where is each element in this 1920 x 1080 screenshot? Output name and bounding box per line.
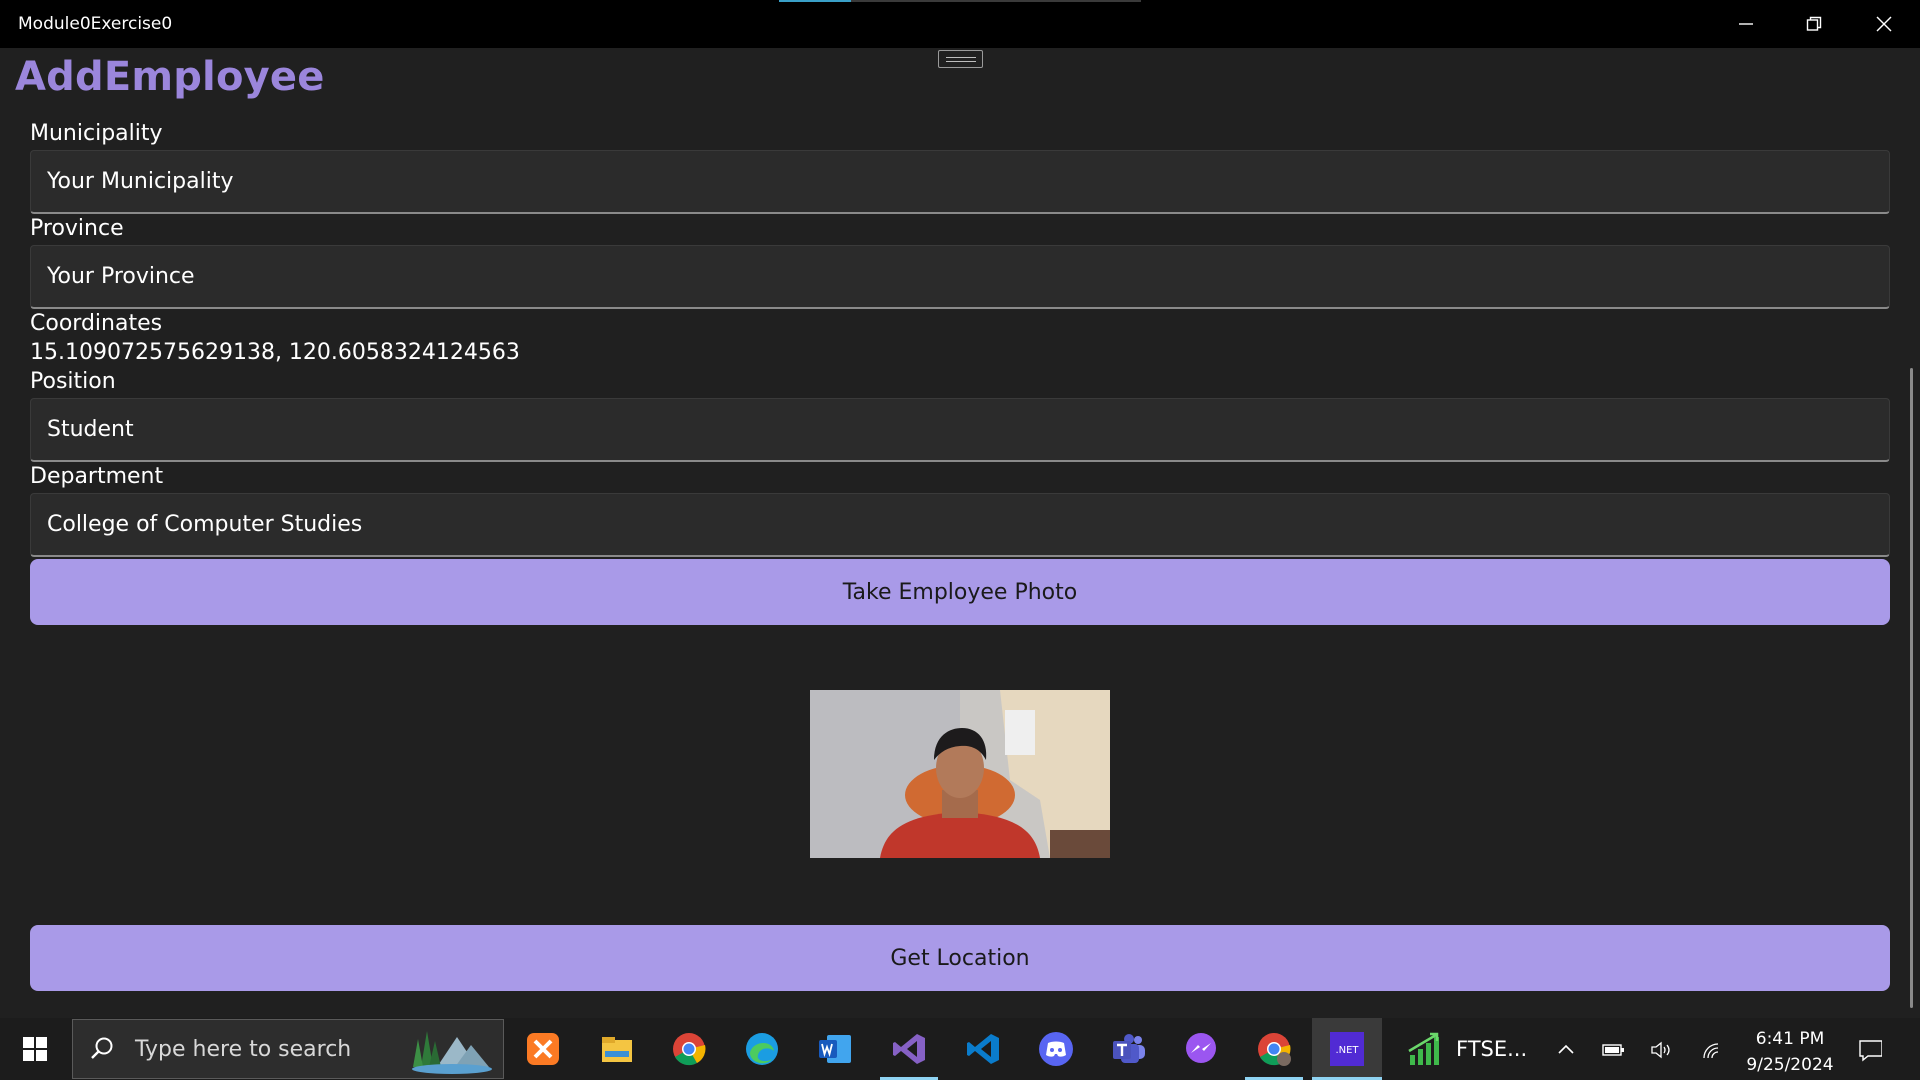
dotnet-icon[interactable]: .NET (1327, 1029, 1367, 1069)
teams-icon[interactable] (1109, 1029, 1149, 1069)
ftse-label[interactable]: FTSE... (1456, 1037, 1527, 1061)
visual-studio-icon[interactable] (889, 1029, 929, 1069)
minimize-button[interactable] (1712, 0, 1780, 48)
clock[interactable]: 6:41 PM 9/25/2024 (1740, 1026, 1840, 1078)
title-bar: Module0Exercise0 (0, 0, 1920, 48)
battery-icon[interactable] (1602, 1038, 1626, 1062)
restore-icon (1806, 16, 1822, 31)
search-icon (91, 1037, 113, 1059)
municipality-label: Municipality (30, 121, 163, 146)
department-input[interactable]: College of Computer Studies (30, 493, 1890, 557)
take-photo-button[interactable]: Take Employee Photo (30, 559, 1890, 625)
window-title: Module0Exercise0 (18, 14, 173, 34)
vscode-icon[interactable] (963, 1029, 1003, 1069)
volume-icon[interactable] (1650, 1038, 1674, 1062)
title-bar-accent (779, 0, 851, 2)
svg-text:.NET: .NET (1335, 1045, 1359, 1056)
chrome-profile-icon[interactable] (1254, 1029, 1294, 1069)
close-button[interactable] (1850, 0, 1918, 48)
main-content: AddEmployee Municipality Your Municipali… (0, 48, 1920, 1018)
province-input[interactable]: Your Province (30, 245, 1890, 309)
employee-photo (810, 690, 1110, 858)
title-bar-divider (851, 0, 1141, 2)
scrollbar[interactable] (1910, 368, 1913, 1008)
taskbar: Type here to search .NET FTSE... 6:41 PM… (0, 1018, 1920, 1080)
position-input[interactable]: Student (30, 398, 1890, 462)
search-box[interactable]: Type here to search (72, 1019, 504, 1079)
word-icon[interactable] (815, 1029, 855, 1069)
chrome-icon[interactable] (669, 1029, 709, 1069)
stock-chart-icon[interactable] (1406, 1029, 1446, 1069)
get-location-button[interactable]: Get Location (30, 925, 1890, 991)
drag-handle[interactable] (938, 50, 983, 68)
coordinates-value: 15.109072575629138, 120.6058324124563 (30, 340, 520, 365)
chevron-up-icon[interactable] (1554, 1038, 1578, 1062)
xampp-icon[interactable] (523, 1029, 563, 1069)
notification-icon[interactable] (1858, 1038, 1882, 1062)
coordinates-label: Coordinates (30, 311, 163, 336)
search-highlight-icon (412, 1031, 492, 1074)
clock-time: 6:41 PM (1755, 1029, 1825, 1049)
clock-date: 9/25/2024 (1746, 1055, 1834, 1075)
discord-icon[interactable] (1036, 1029, 1076, 1069)
windows-icon (23, 1037, 47, 1061)
page-title: AddEmployee (15, 54, 325, 100)
close-icon (1876, 16, 1892, 32)
edge-icon[interactable] (742, 1029, 782, 1069)
file-explorer-icon[interactable] (597, 1029, 637, 1069)
position-label: Position (30, 369, 116, 394)
minimize-icon (1739, 23, 1753, 25)
start-button[interactable] (0, 1018, 70, 1080)
messenger-icon[interactable] (1181, 1029, 1221, 1069)
restore-button[interactable] (1780, 0, 1848, 48)
municipality-input[interactable]: Your Municipality (30, 150, 1890, 214)
department-label: Department (30, 464, 164, 489)
search-placeholder: Type here to search (135, 1036, 352, 1062)
wifi-icon[interactable] (1700, 1038, 1724, 1062)
province-label: Province (30, 216, 124, 241)
